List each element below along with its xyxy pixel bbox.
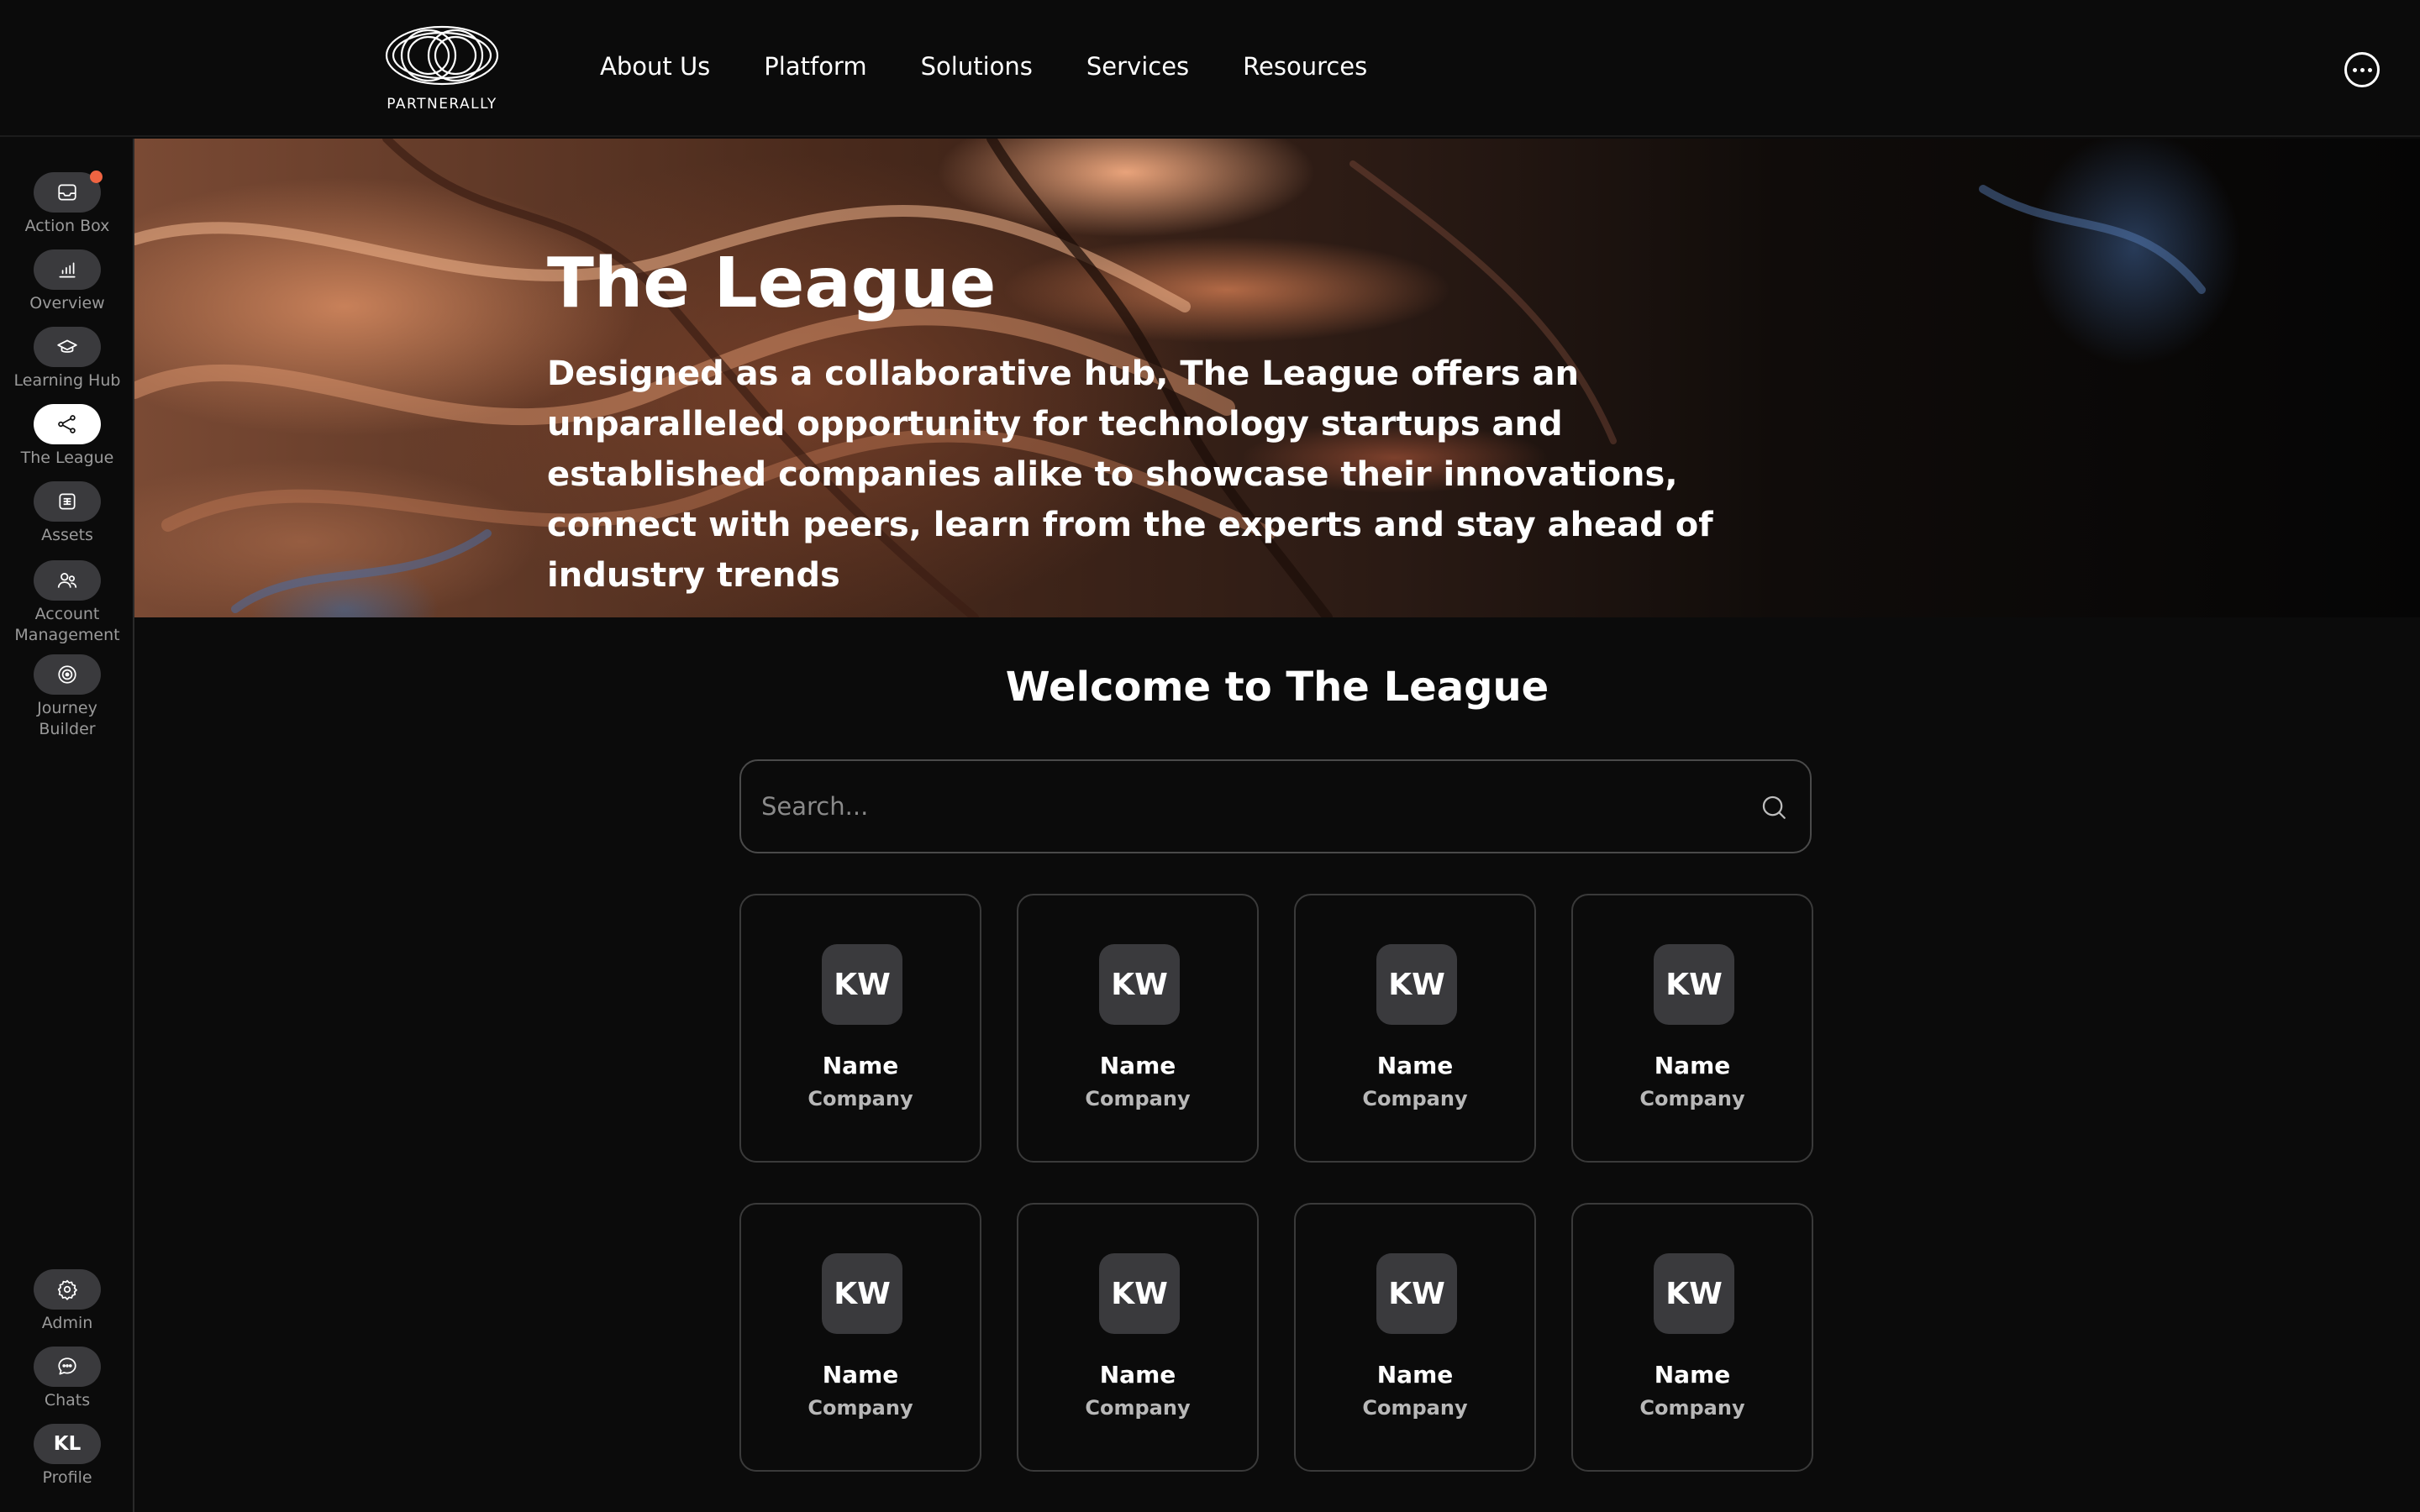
gear-icon bbox=[57, 1279, 77, 1300]
member-avatar: KW bbox=[822, 944, 902, 1025]
member-card[interactable]: KW Name Company bbox=[1017, 894, 1259, 1163]
sidebar-pill bbox=[34, 171, 103, 213]
notification-dot bbox=[90, 171, 103, 183]
main-nav: About Us Platform Solutions Services Res… bbox=[600, 52, 1367, 81]
search-icon[interactable] bbox=[1760, 793, 1788, 822]
inbox-icon bbox=[58, 184, 76, 201]
search-box bbox=[739, 759, 1812, 853]
sidebar-item-admin[interactable]: Admin bbox=[0, 1269, 134, 1334]
member-name: Name bbox=[1376, 1361, 1454, 1389]
member-avatar: KW bbox=[1099, 944, 1180, 1025]
sidebar-item-assets[interactable]: Assets bbox=[0, 481, 134, 546]
sidebar-item-label: Journey Builder bbox=[37, 699, 97, 738]
target-icon bbox=[58, 665, 76, 684]
sidebar-item-label: Chats bbox=[44, 1391, 91, 1410]
sidebar-item-account-management[interactable]: Account Management bbox=[0, 560, 134, 646]
member-avatar: KW bbox=[1654, 1253, 1734, 1334]
sidebar-item-label: Action Box bbox=[24, 217, 110, 235]
sidebar-item-profile[interactable]: KL Profile bbox=[0, 1424, 134, 1488]
nav-solutions[interactable]: Solutions bbox=[921, 52, 1033, 81]
more-horizontal-icon[interactable] bbox=[2344, 52, 2380, 87]
logo-rings-icon bbox=[385, 25, 499, 86]
member-company: Company bbox=[808, 1087, 913, 1110]
member-card[interactable]: KW Name Company bbox=[1294, 1203, 1536, 1472]
sidebar-item-action-box[interactable]: Action Box bbox=[0, 171, 134, 237]
sidebar: Action Box Overview Learning Hub The Lea… bbox=[0, 139, 134, 1512]
sidebar-item-learning-hub[interactable]: Learning Hub bbox=[0, 327, 134, 391]
member-avatar: KW bbox=[1376, 1253, 1457, 1334]
nav-resources[interactable]: Resources bbox=[1243, 52, 1367, 81]
member-card[interactable]: KW Name Company bbox=[1294, 894, 1536, 1163]
member-company: Company bbox=[1362, 1396, 1468, 1420]
page-title: The League bbox=[547, 244, 997, 323]
more-dot bbox=[2360, 67, 2365, 72]
sidebar-pill bbox=[34, 654, 101, 695]
sidebar-pill bbox=[34, 481, 101, 522]
hero-description: Designed as a collaborative hub, The Lea… bbox=[547, 354, 1713, 595]
hero-banner: The League Designed as a collaborative h… bbox=[134, 139, 2420, 617]
more-dot bbox=[2352, 67, 2357, 72]
member-card[interactable]: KW Name Company bbox=[1017, 1203, 1259, 1472]
member-company: Company bbox=[808, 1396, 913, 1420]
search-input[interactable] bbox=[760, 761, 1734, 852]
sidebar-item-the-league[interactable]: The League bbox=[0, 404, 134, 469]
network-icon bbox=[58, 415, 76, 433]
member-name: Name bbox=[1099, 1361, 1176, 1389]
nav-services[interactable]: Services bbox=[1086, 52, 1189, 81]
member-card[interactable]: KW Name Company bbox=[1571, 1203, 1813, 1472]
sidebar-item-label: Overview bbox=[29, 294, 105, 312]
member-avatar: KW bbox=[822, 1253, 902, 1334]
sidebar-pill-active bbox=[34, 404, 101, 444]
member-avatar: KW bbox=[1654, 944, 1734, 1025]
member-name: Name bbox=[1654, 1052, 1731, 1079]
welcome-heading: Welcome to The League bbox=[1005, 664, 1549, 711]
app-root: PARTNERALLY About Us Platform Solutions … bbox=[0, 0, 2420, 1512]
sidebar-item-journey-builder[interactable]: Journey Builder bbox=[0, 654, 134, 740]
member-company: Company bbox=[1362, 1087, 1468, 1110]
member-card[interactable]: KW Name Company bbox=[739, 894, 981, 1163]
member-company: Company bbox=[1085, 1087, 1191, 1110]
sidebar-item-overview[interactable]: Overview bbox=[0, 249, 134, 314]
sidebar-item-label: Admin bbox=[41, 1314, 93, 1332]
member-card[interactable]: KW Name Company bbox=[1571, 894, 1813, 1163]
avatar: KL bbox=[34, 1424, 101, 1464]
sidebar-item-label: Profile bbox=[42, 1468, 92, 1487]
nav-platform[interactable]: Platform bbox=[764, 52, 866, 81]
more-dot bbox=[2367, 67, 2372, 72]
bar-chart-icon bbox=[59, 262, 76, 278]
brand-name: PARTNERALLY bbox=[387, 96, 497, 113]
member-company: Company bbox=[1085, 1396, 1191, 1420]
member-name: Name bbox=[1654, 1361, 1731, 1389]
sidebar-pill bbox=[34, 560, 101, 601]
sidebar-item-label: Learning Hub bbox=[13, 371, 121, 390]
sidebar-item-label: Account Management bbox=[14, 605, 120, 644]
brand-logo[interactable]: PARTNERALLY bbox=[383, 25, 501, 114]
nav-about-us[interactable]: About Us bbox=[600, 52, 710, 81]
sidebar-pill bbox=[34, 1347, 101, 1387]
sidebar-item-label: Assets bbox=[41, 526, 93, 544]
sidebar-item-label: The League bbox=[20, 449, 114, 467]
sidebar-pill bbox=[34, 327, 101, 367]
member-company: Company bbox=[1639, 1087, 1745, 1110]
sidebar-item-chats[interactable]: Chats bbox=[0, 1347, 134, 1411]
member-name: Name bbox=[822, 1052, 899, 1079]
member-company: Company bbox=[1639, 1396, 1745, 1420]
member-avatar: KW bbox=[1376, 944, 1457, 1025]
chat-bubble-icon bbox=[58, 1357, 76, 1375]
user-group-icon bbox=[57, 573, 77, 588]
member-card[interactable]: KW Name Company bbox=[739, 1203, 981, 1472]
member-avatar: KW bbox=[1099, 1253, 1180, 1334]
sidebar-pill bbox=[34, 249, 101, 290]
graduation-cap-icon bbox=[57, 339, 77, 353]
member-name: Name bbox=[822, 1361, 899, 1389]
member-name: Name bbox=[1099, 1052, 1176, 1079]
sidebar-pill bbox=[34, 1269, 101, 1310]
top-bar: PARTNERALLY About Us Platform Solutions … bbox=[0, 0, 2420, 137]
member-name: Name bbox=[1376, 1052, 1454, 1079]
asset-icon bbox=[59, 493, 76, 510]
